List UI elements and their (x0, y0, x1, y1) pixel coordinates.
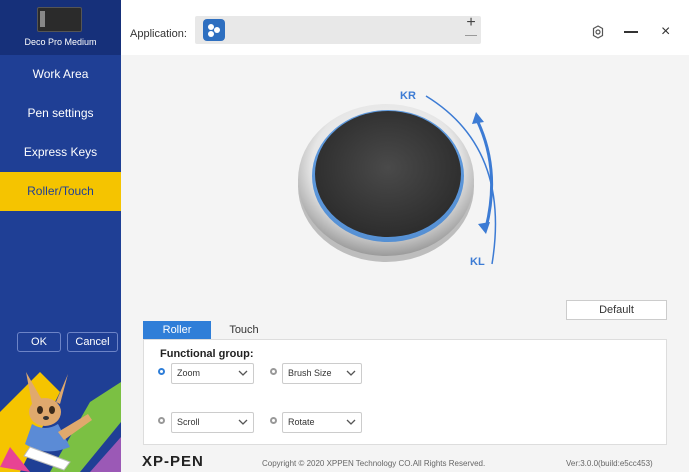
group-1-primary-value: Zoom (177, 368, 201, 378)
kl-label: KL (470, 256, 485, 268)
chevron-down-icon (238, 370, 248, 376)
default-button[interactable]: Default (566, 300, 667, 320)
application-bar: + (195, 15, 481, 44)
application-label: Application: (130, 28, 187, 40)
group-1-secondary-value: Brush Size (288, 368, 332, 378)
sidebar-item-pen-settings[interactable]: Pen settings (0, 94, 121, 133)
xp-pen-logo: XP-PEN (142, 453, 204, 470)
chevron-down-icon (238, 419, 248, 425)
sidebar-item-roller-touch[interactable]: Roller/Touch (0, 172, 121, 211)
minus-icon[interactable] (465, 35, 477, 36)
ok-button[interactable]: OK (17, 332, 61, 352)
sidebar-item-express-keys[interactable]: Express Keys (0, 133, 121, 172)
group-1-radio[interactable] (158, 368, 165, 375)
cancel-button[interactable]: Cancel (67, 332, 118, 352)
group-1-primary-select[interactable]: Zoom (171, 363, 254, 384)
top-bar: Application: + × (121, 0, 689, 55)
sidebar-item-work-area[interactable]: Work Area (0, 55, 121, 94)
device-header: Deco Pro Medium (0, 0, 121, 55)
group-2-primary-value: Scroll (177, 417, 200, 427)
plus-icon[interactable]: + (462, 15, 480, 31)
sidebar: Deco Pro Medium Work Area Pen settings E… (0, 0, 121, 472)
functional-group-title: Functional group: (160, 348, 254, 360)
roller-illustration (296, 88, 516, 278)
tab-roller[interactable]: Roller (143, 321, 211, 339)
minimize-button[interactable] (624, 31, 638, 33)
tablet-icon (37, 7, 82, 32)
close-button[interactable]: × (661, 22, 675, 42)
group-1-secondary-radio[interactable] (270, 368, 277, 375)
footer: XP-PEN Copyright © 2020 XPPEN Technology… (121, 449, 689, 472)
gear-icon[interactable] (591, 25, 605, 39)
chevron-down-icon (346, 370, 356, 376)
group-2-secondary-value: Rotate (288, 417, 315, 427)
device-name: Deco Pro Medium (24, 37, 97, 47)
version-text: Ver:3.0.0(build:e5cc453) (566, 459, 653, 468)
group-2-primary-select[interactable]: Scroll (171, 412, 254, 433)
all-apps-icon[interactable] (203, 19, 225, 41)
group-1-secondary-select[interactable]: Brush Size (282, 363, 362, 384)
copyright-text: Copyright © 2020 XPPEN Technology CO.All… (262, 459, 486, 468)
mascot-illustration (0, 352, 121, 472)
group-2-secondary-select[interactable]: Rotate (282, 412, 362, 433)
group-2-radio[interactable] (158, 417, 165, 424)
tab-touch[interactable]: Touch (217, 321, 271, 339)
chevron-down-icon (346, 419, 356, 425)
group-2-secondary-radio[interactable] (270, 417, 277, 424)
kr-label: KR (400, 90, 416, 102)
functional-group-panel: Functional group: Zoom Brush Size Scroll… (143, 339, 667, 445)
